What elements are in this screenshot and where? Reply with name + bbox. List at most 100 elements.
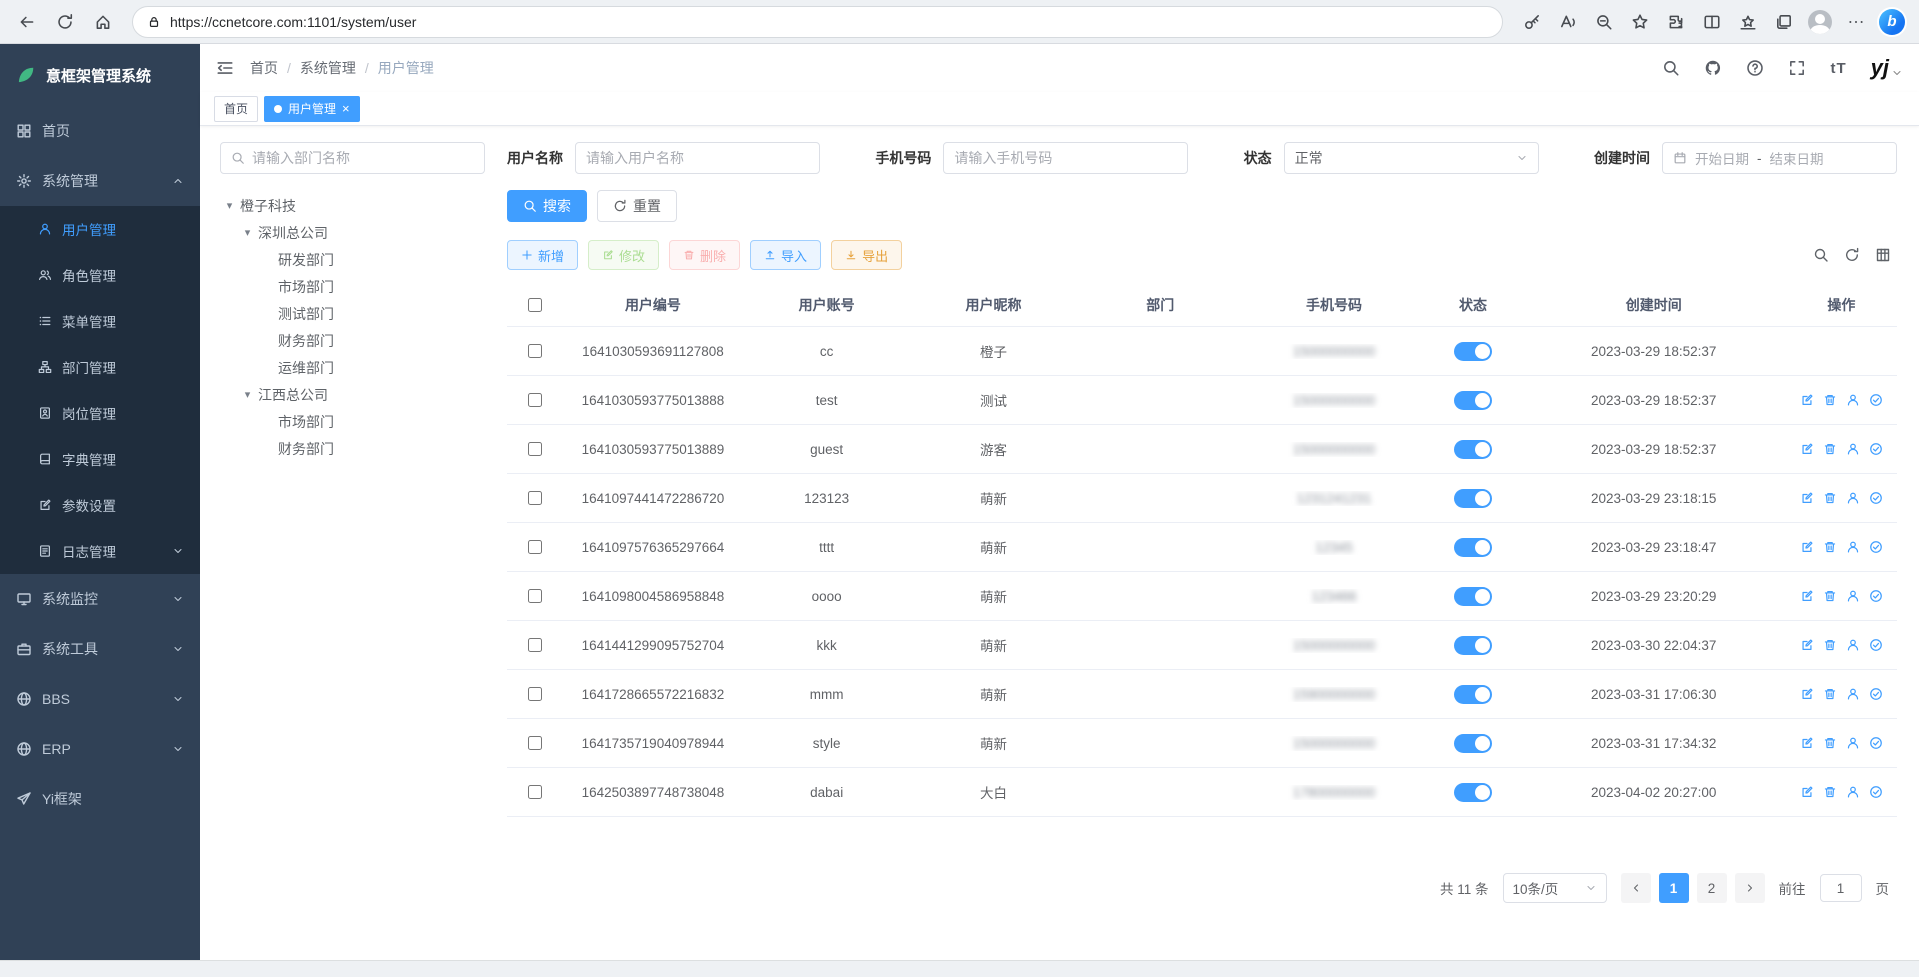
tree-node-root[interactable]: ▾橙子科技	[220, 192, 485, 219]
assign-role-icon[interactable]	[1869, 589, 1883, 603]
edit-icon[interactable]	[1800, 687, 1814, 701]
row-checkbox[interactable]	[528, 393, 542, 407]
assign-role-icon[interactable]	[1869, 736, 1883, 750]
header-search-icon[interactable]	[1662, 59, 1680, 77]
edit-icon[interactable]	[1800, 736, 1814, 750]
delete-icon[interactable]	[1823, 491, 1837, 505]
reset-password-icon[interactable]	[1846, 736, 1860, 750]
tree-node-leaf[interactable]: 财务部门	[220, 327, 485, 354]
fullscreen-icon[interactable]	[1788, 59, 1806, 77]
table-row[interactable]: 1641441299095752704 kkk 萌新 15000000000 2…	[507, 621, 1897, 670]
assign-role-icon[interactable]	[1869, 393, 1883, 407]
status-toggle[interactable]	[1454, 538, 1492, 557]
reset-password-icon[interactable]	[1846, 491, 1860, 505]
table-row[interactable]: 1641030593691127808 cc 橙子 15000000000 20…	[507, 327, 1897, 376]
reset-button[interactable]: 重置	[597, 190, 677, 222]
assign-role-icon[interactable]	[1869, 687, 1883, 701]
reset-password-icon[interactable]	[1846, 393, 1860, 407]
edit-icon[interactable]	[1800, 540, 1814, 554]
home-icon[interactable]	[86, 5, 120, 39]
delete-icon[interactable]	[1823, 638, 1837, 652]
reset-password-icon[interactable]	[1846, 785, 1860, 799]
tree-node-leaf[interactable]: 市场部门	[220, 408, 485, 435]
row-checkbox[interactable]	[528, 344, 542, 358]
refresh-icon[interactable]	[48, 5, 82, 39]
prev-page-button[interactable]	[1621, 873, 1651, 903]
goto-page-input[interactable]	[1820, 874, 1862, 902]
status-toggle[interactable]	[1454, 636, 1492, 655]
profile-avatar[interactable]	[1803, 5, 1837, 39]
sidebar-item-param-settings[interactable]: 参数设置	[0, 482, 200, 528]
edit-icon[interactable]	[1800, 589, 1814, 603]
breadcrumb-home[interactable]: 首页	[250, 58, 278, 78]
address-bar[interactable]: https://ccnetcore.com:1101/system/user	[132, 6, 1503, 38]
row-checkbox[interactable]	[528, 785, 542, 799]
sidebar-item-erp[interactable]: ERP	[0, 724, 200, 774]
table-row[interactable]: 1641728665572216832 mmm 萌新 15900000000 2…	[507, 670, 1897, 719]
row-checkbox[interactable]	[528, 638, 542, 652]
close-icon[interactable]: ×	[342, 102, 350, 115]
search-button[interactable]: 搜索	[507, 190, 587, 222]
assign-role-icon[interactable]	[1869, 491, 1883, 505]
favorite-star-icon[interactable]	[1623, 5, 1657, 39]
sidebar-item-menu-mgmt[interactable]: 菜单管理	[0, 298, 200, 344]
dept-search-input[interactable]	[252, 150, 474, 166]
reset-password-icon[interactable]	[1846, 540, 1860, 554]
edit-icon[interactable]	[1800, 393, 1814, 407]
tree-node-leaf[interactable]: 运维部门	[220, 354, 485, 381]
sidebar-item-tools[interactable]: 系统工具	[0, 624, 200, 674]
tree-node-leaf[interactable]: 测试部门	[220, 300, 485, 327]
tree-node-leaf[interactable]: 研发部门	[220, 246, 485, 273]
tree-node-branch[interactable]: ▾江西总公司	[220, 381, 485, 408]
page-1-button[interactable]: 1	[1659, 873, 1689, 903]
delete-icon[interactable]	[1823, 442, 1837, 456]
import-button[interactable]: 导入	[750, 240, 821, 270]
more-options-icon[interactable]	[1839, 5, 1873, 39]
collections-icon[interactable]	[1767, 5, 1801, 39]
table-row[interactable]: 1641097441472286720 123123 萌新 1231241231…	[507, 474, 1897, 523]
add-button[interactable]: 新增	[507, 240, 578, 270]
edit-icon[interactable]	[1800, 442, 1814, 456]
sidebar-item-log-mgmt[interactable]: 日志管理	[0, 528, 200, 574]
status-toggle[interactable]	[1454, 685, 1492, 704]
select-all-checkbox[interactable]	[528, 298, 542, 312]
phone-input[interactable]	[954, 150, 1177, 166]
next-page-button[interactable]	[1735, 873, 1765, 903]
app-logo[interactable]: 意框架管理系统	[0, 44, 200, 106]
page-size-select[interactable]: 10条/页	[1503, 873, 1607, 903]
export-button[interactable]: 导出	[831, 240, 902, 270]
breadcrumb-system[interactable]: 系统管理	[300, 58, 356, 78]
sidebar-item-yi-framework[interactable]: Yi框架	[0, 774, 200, 824]
status-toggle[interactable]	[1454, 440, 1492, 459]
page-2-button[interactable]: 2	[1697, 873, 1727, 903]
status-toggle[interactable]	[1454, 489, 1492, 508]
password-key-icon[interactable]	[1515, 5, 1549, 39]
row-checkbox[interactable]	[528, 540, 542, 554]
tag-home[interactable]: 首页	[214, 96, 258, 122]
sidebar-item-system[interactable]: 系统管理	[0, 156, 200, 206]
date-range-picker[interactable]: 开始日期 - 结束日期	[1662, 142, 1897, 174]
toggle-search-icon[interactable]	[1813, 247, 1829, 263]
delete-icon[interactable]	[1823, 589, 1837, 603]
row-checkbox[interactable]	[528, 491, 542, 505]
reset-password-icon[interactable]	[1846, 589, 1860, 603]
sidebar-item-user-mgmt[interactable]: 用户管理	[0, 206, 200, 252]
sidebar-item-bbs[interactable]: BBS	[0, 674, 200, 724]
sidebar-toggle[interactable]	[216, 59, 234, 77]
github-icon[interactable]	[1704, 59, 1722, 77]
status-toggle[interactable]	[1454, 391, 1492, 410]
tree-node-branch[interactable]: ▾深圳总公司	[220, 219, 485, 246]
user-logo[interactable]: yj	[1871, 57, 1903, 79]
sidebar-item-dict-mgmt[interactable]: 字典管理	[0, 436, 200, 482]
status-toggle[interactable]	[1454, 587, 1492, 606]
reset-password-icon[interactable]	[1846, 687, 1860, 701]
refresh-table-icon[interactable]	[1844, 247, 1860, 263]
sidebar-item-home[interactable]: 首页	[0, 106, 200, 156]
status-select[interactable]: 正常	[1284, 142, 1539, 174]
table-row[interactable]: 1641030593775013889 guest 游客 15000000000…	[507, 425, 1897, 474]
status-toggle[interactable]	[1454, 783, 1492, 802]
delete-icon[interactable]	[1823, 687, 1837, 701]
caret-down-icon[interactable]: ▾	[242, 388, 253, 401]
delete-icon[interactable]	[1823, 736, 1837, 750]
sidebar-item-dept-mgmt[interactable]: 部门管理	[0, 344, 200, 390]
